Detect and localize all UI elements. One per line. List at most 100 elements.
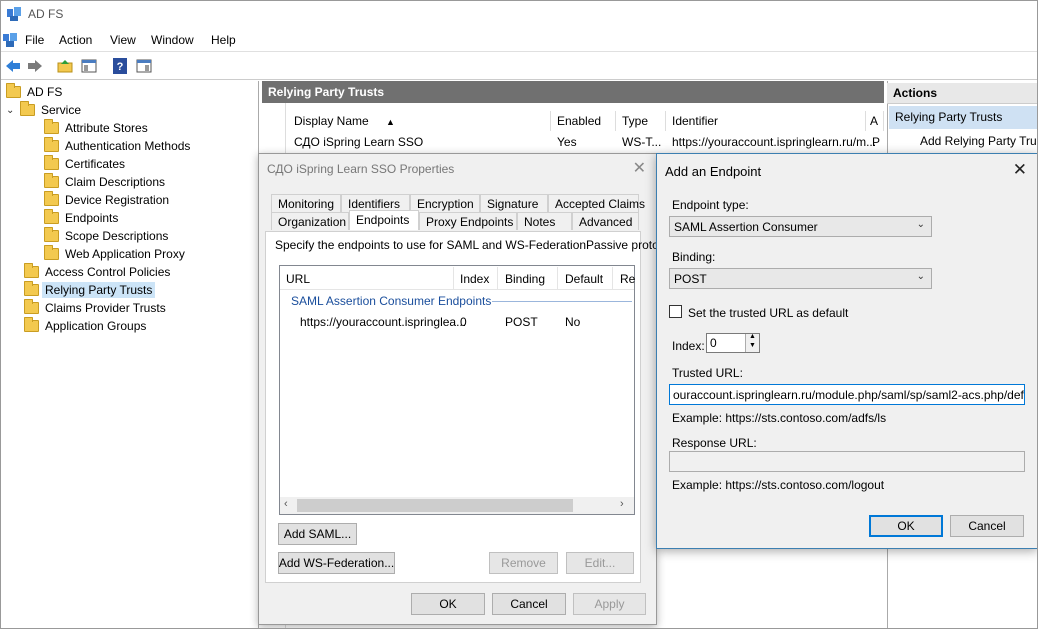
menu-bar: File Action View Window Help <box>0 28 1038 52</box>
chevron-down-icon: ⌄ <box>916 219 925 230</box>
tree-node-adfs[interactable]: AD FS <box>6 83 62 101</box>
col-divider <box>557 267 558 289</box>
tree-node-access-control-policies[interactable]: Access Control Policies <box>24 263 170 281</box>
tree-node-endpoints[interactable]: Endpoints <box>44 209 118 227</box>
col-url[interactable]: URL <box>286 272 310 286</box>
trusted-url-example: Example: https://sts.contoso.com/adfs/ls <box>672 411 887 425</box>
endpoint-type-select[interactable]: SAML Assertion Consumer ⌄ <box>669 216 932 237</box>
edit-button[interactable]: Edit... <box>566 552 634 574</box>
svg-text:?: ? <box>117 61 124 73</box>
tab-organization[interactable]: Organization <box>271 212 349 230</box>
chevron-down-icon: ⌄ <box>916 271 925 282</box>
tab-proxy-endpoints[interactable]: Proxy Endpoints <box>419 212 517 230</box>
tab-signature[interactable]: Signature <box>480 194 548 212</box>
actions-section-relying-party-trusts[interactable]: Relying Party Trusts <box>889 106 1038 129</box>
add-relying-party-trust-link[interactable]: Add Relying Party Trust <box>920 134 1038 148</box>
endpoints-description: Specify the endpoints to use for SAML an… <box>275 238 684 252</box>
folder-icon <box>44 209 59 224</box>
tree-node-scope-descriptions[interactable]: Scope Descriptions <box>44 227 168 245</box>
tree-node-relying-party-trusts[interactable]: Relying Party Trusts <box>24 281 156 299</box>
tab-advanced[interactable]: Advanced <box>572 212 639 230</box>
tab-endpoints[interactable]: Endpoints <box>349 210 419 230</box>
index-stepper[interactable]: 0 ▲ ▼ <box>706 333 760 353</box>
scrollbar-thumb[interactable] <box>297 499 573 512</box>
col-type[interactable]: Type <box>616 111 666 131</box>
folder-icon <box>24 263 39 278</box>
tree-node-application-groups[interactable]: Application Groups <box>24 317 146 335</box>
remove-button[interactable]: Remove <box>489 552 558 574</box>
cancel-button[interactable]: Cancel <box>950 515 1024 537</box>
response-url-label: Response URL: <box>672 436 757 450</box>
tree-node-claims-provider-trusts[interactable]: Claims Provider Trusts <box>24 299 166 317</box>
binding-select[interactable]: POST ⌄ <box>669 268 932 289</box>
binding-label: Binding: <box>672 250 716 264</box>
table-row[interactable]: СДО iSpring Learn SSO Yes WS-T... https:… <box>288 132 884 152</box>
col-display-name[interactable]: Display Name ▲ <box>288 111 551 131</box>
list-item[interactable]: https://youraccount.ispringlea... 0 POST… <box>280 312 634 332</box>
close-icon[interactable]: ✕ <box>633 158 646 178</box>
chevron-down-icon[interactable]: ▼ <box>749 342 756 349</box>
folder-icon <box>6 83 21 98</box>
horizontal-scrollbar[interactable]: ‹ › <box>280 497 634 514</box>
up-folder-icon[interactable] <box>55 56 75 76</box>
folder-icon <box>44 119 59 134</box>
col-index[interactable]: Index <box>460 272 489 286</box>
apply-button[interactable]: Apply <box>573 593 646 615</box>
folder-icon <box>44 227 59 242</box>
cancel-button[interactable]: Cancel <box>492 593 566 615</box>
default-url-checkbox-label[interactable]: Set the trusted URL as default <box>688 306 848 320</box>
adfs-app-icon <box>7 7 21 21</box>
col-re[interactable]: Re <box>620 272 635 286</box>
toolbar: ? <box>0 52 1038 80</box>
tab-notes[interactable]: Notes <box>517 212 572 230</box>
tab-monitoring[interactable]: Monitoring <box>271 194 341 212</box>
trusted-url-label: Trusted URL: <box>672 366 743 380</box>
tree-node-certificates[interactable]: Certificates <box>44 155 125 173</box>
mmc-window-icon[interactable] <box>2 32 18 48</box>
tree-node-web-application-proxy[interactable]: Web Application Proxy <box>44 245 185 263</box>
tree-node-claim-descriptions[interactable]: Claim Descriptions <box>44 173 165 191</box>
ok-button[interactable]: OK <box>869 515 943 537</box>
results-pane-title: Relying Party Trusts <box>262 81 884 103</box>
col-enabled[interactable]: Enabled <box>551 111 616 131</box>
menu-view[interactable]: View <box>110 33 136 47</box>
menu-file[interactable]: File <box>25 33 44 47</box>
add-saml-button[interactable]: Add SAML... <box>278 523 357 545</box>
chevron-up-icon[interactable]: ▲ <box>749 334 756 340</box>
menu-help[interactable]: Help <box>211 33 236 47</box>
col-identifier[interactable]: Identifier <box>666 111 866 131</box>
folder-icon <box>44 245 59 260</box>
back-arrow-icon[interactable] <box>3 56 23 76</box>
sort-ascending-icon: ▲ <box>386 117 395 127</box>
title-bar: AD FS <box>0 0 1038 28</box>
folder-icon <box>24 317 39 332</box>
forward-arrow-icon[interactable] <box>25 56 45 76</box>
stepper-buttons[interactable]: ▲ ▼ <box>745 334 759 352</box>
menu-window[interactable]: Window <box>151 33 194 47</box>
scroll-left-icon[interactable]: ‹ <box>284 498 288 510</box>
tree-node-service[interactable]: ⌄ Service <box>6 101 81 119</box>
col-default[interactable]: Default <box>565 272 603 286</box>
tab-encryption[interactable]: Encryption <box>410 194 480 212</box>
col-a[interactable]: A <box>866 111 884 131</box>
tree-node-device-registration[interactable]: Device Registration <box>44 191 169 209</box>
tab-accepted-claims[interactable]: Accepted Claims <box>548 194 645 212</box>
add-ws-federation-button[interactable]: Add WS-Federation... <box>278 552 395 574</box>
show-action-pane-icon[interactable] <box>134 56 154 76</box>
actions-title: Actions <box>887 83 1038 104</box>
scroll-right-icon[interactable]: › <box>620 498 624 510</box>
chevron-down-icon[interactable]: ⌄ <box>6 105 20 116</box>
col-binding[interactable]: Binding <box>505 272 545 286</box>
default-url-checkbox[interactable] <box>669 305 682 318</box>
menu-action[interactable]: Action <box>59 33 92 47</box>
help-icon[interactable]: ? <box>110 56 130 76</box>
folder-icon <box>44 173 59 188</box>
close-icon[interactable]: ✕ <box>1013 160 1027 180</box>
tree-node-attribute-stores[interactable]: Attribute Stores <box>44 119 148 137</box>
tree-node-authentication-methods[interactable]: Authentication Methods <box>44 137 190 155</box>
folder-icon <box>24 299 39 314</box>
response-url-input[interactable] <box>669 451 1025 472</box>
ok-button[interactable]: OK <box>411 593 485 615</box>
show-hide-console-tree-icon[interactable] <box>79 56 99 76</box>
trusted-url-input[interactable]: ouraccount.ispringlearn.ru/module.php/sa… <box>669 384 1025 405</box>
